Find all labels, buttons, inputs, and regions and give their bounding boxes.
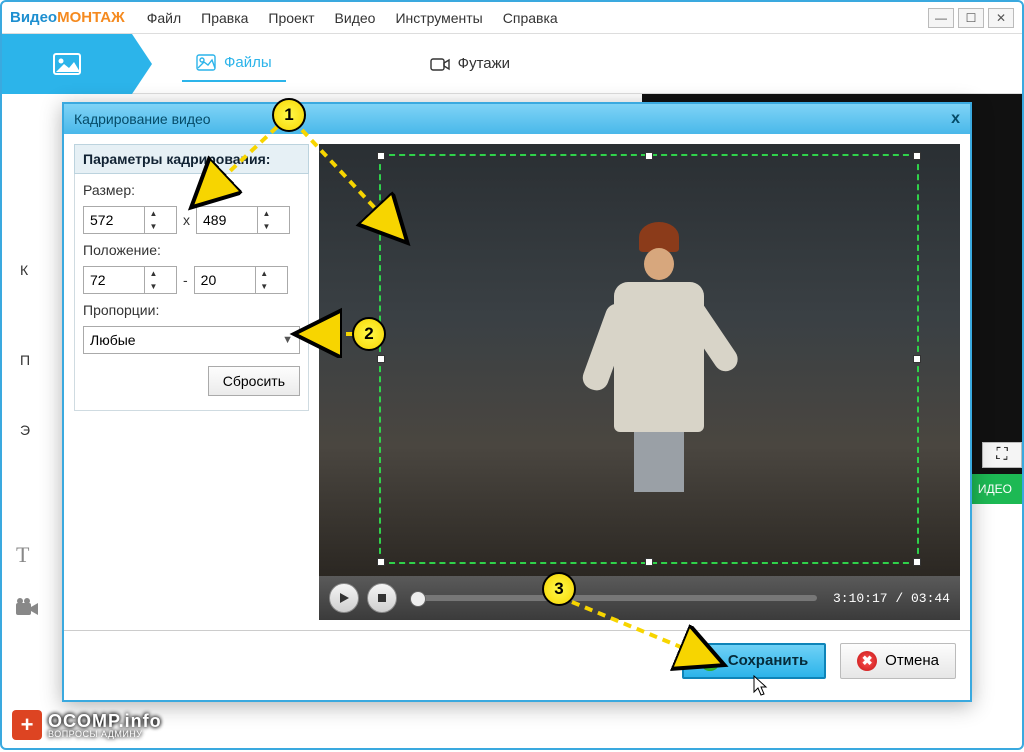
handle-se[interactable] (913, 558, 921, 566)
position-label: Положение: (83, 242, 300, 258)
size-separator: x (183, 212, 190, 228)
cancel-icon: ✖ (857, 651, 877, 671)
handle-e[interactable] (913, 355, 921, 363)
tab-files[interactable]: Файлы (182, 46, 286, 82)
chevron-down-icon: ▼ (282, 334, 293, 346)
side-letter-3: Э (20, 422, 30, 438)
time-display: 3:10:17 / 03:44 (833, 591, 950, 606)
preview-pane: 3:10:17 / 03:44 (319, 144, 960, 620)
ratio-select[interactable]: Любые ▼ (83, 326, 300, 354)
handle-n[interactable] (645, 152, 653, 160)
tab-row: Файлы Футажи (2, 34, 1022, 94)
height-down[interactable]: ▼ (258, 220, 275, 233)
height-spinner[interactable]: ▲▼ (196, 206, 290, 234)
posx-down[interactable]: ▼ (145, 280, 162, 293)
ratio-value: Любые (90, 332, 136, 348)
dialog-close-button[interactable]: x (951, 110, 960, 128)
handle-nw[interactable] (377, 152, 385, 160)
tab-files-label: Файлы (224, 54, 272, 71)
watermark: + OCOMP.info ВОПРОСЫ АДМИНУ (12, 710, 162, 740)
stop-button[interactable] (367, 583, 397, 613)
video-badge[interactable]: ИДЕО (968, 474, 1022, 504)
main-menu: Файл Правка Проект Видео Инструменты Спр… (147, 10, 558, 26)
preview-image[interactable] (319, 144, 960, 576)
posx-spinner[interactable]: ▲▼ (83, 266, 177, 294)
menu-file[interactable]: Файл (147, 10, 181, 26)
mouse-cursor (752, 675, 768, 697)
handle-s[interactable] (645, 558, 653, 566)
cancel-label: Отмена (885, 652, 939, 669)
watermark-icon: + (12, 710, 42, 740)
watermark-site: OCOMP.info (48, 712, 162, 730)
crop-params-panel: Параметры кадрирования: Размер: ▲▼ x ▲▼ … (74, 144, 309, 620)
sidebar-tab-media[interactable] (2, 34, 132, 94)
save-label: Сохранить (728, 652, 808, 669)
posy-input[interactable] (195, 272, 255, 288)
posx-up[interactable]: ▲ (145, 267, 162, 280)
reset-button[interactable]: Сбросить (208, 366, 300, 396)
close-button[interactable]: ✕ (988, 8, 1014, 28)
playback-bar: 3:10:17 / 03:44 (319, 576, 960, 620)
seek-track[interactable] (413, 595, 817, 601)
save-button[interactable]: ✔ Сохранить (682, 643, 826, 679)
handle-sw[interactable] (377, 558, 385, 566)
dialog-titlebar[interactable]: Кадрирование видео x (64, 104, 970, 134)
window-controls: — ☐ ✕ (928, 8, 1014, 28)
handle-ne[interactable] (913, 152, 921, 160)
maximize-button[interactable]: ☐ (958, 8, 984, 28)
pos-separator: - (183, 272, 188, 288)
crop-dialog: Кадрирование видео x Параметры кадрирова… (62, 102, 972, 702)
play-icon (338, 592, 350, 604)
dialog-footer: ✔ Сохранить ✖ Отмена (64, 630, 970, 690)
dialog-title-text: Кадрирование видео (74, 111, 211, 127)
height-up[interactable]: ▲ (258, 207, 275, 220)
tab-footage-label: Футажи (458, 55, 510, 72)
side-letter-1: К (20, 262, 28, 278)
posy-spinner[interactable]: ▲▼ (194, 266, 288, 294)
stop-icon (376, 592, 388, 604)
callout-3: 3 (542, 572, 576, 606)
fullscreen-button[interactable]: ⛶ (982, 442, 1022, 468)
minimize-button[interactable]: — (928, 8, 954, 28)
right-toolbar: ⛶ ИДЕО (968, 442, 1022, 504)
camera-tool[interactable] (16, 598, 40, 624)
image-icon (53, 53, 81, 75)
ratio-label: Пропорции: (83, 302, 300, 318)
width-input[interactable] (84, 212, 144, 228)
play-button[interactable] (329, 583, 359, 613)
menu-edit[interactable]: Правка (201, 10, 248, 26)
posx-input[interactable] (84, 272, 144, 288)
menu-tools[interactable]: Инструменты (395, 10, 482, 26)
app-title: ВидеоМОНТАЖ (10, 9, 125, 26)
posy-down[interactable]: ▼ (256, 280, 273, 293)
panel-heading: Параметры кадрирования: (74, 144, 309, 174)
camera-icon (430, 55, 450, 73)
side-letter-2: П (20, 352, 30, 368)
menu-video[interactable]: Видео (335, 10, 376, 26)
check-icon: ✔ (700, 651, 720, 671)
menu-project[interactable]: Проект (268, 10, 314, 26)
picture-icon (196, 54, 216, 72)
tab-footage[interactable]: Футажи (416, 47, 524, 81)
cancel-button[interactable]: ✖ Отмена (840, 643, 956, 679)
width-down[interactable]: ▼ (145, 220, 162, 233)
width-up[interactable]: ▲ (145, 207, 162, 220)
width-spinner[interactable]: ▲▼ (83, 206, 177, 234)
height-input[interactable] (197, 212, 257, 228)
title-bar: ВидеоМОНТАЖ Файл Правка Проект Видео Инс… (2, 2, 1022, 34)
camcorder-icon (16, 598, 40, 618)
crop-rectangle[interactable] (379, 154, 919, 564)
text-tool[interactable]: T (16, 542, 40, 568)
size-label: Размер: (83, 182, 300, 198)
left-tool-column: T (16, 542, 40, 624)
posy-up[interactable]: ▲ (256, 267, 273, 280)
menu-help[interactable]: Справка (503, 10, 558, 26)
callout-2: 2 (352, 317, 386, 351)
callout-1: 1 (272, 98, 306, 132)
handle-w[interactable] (377, 355, 385, 363)
